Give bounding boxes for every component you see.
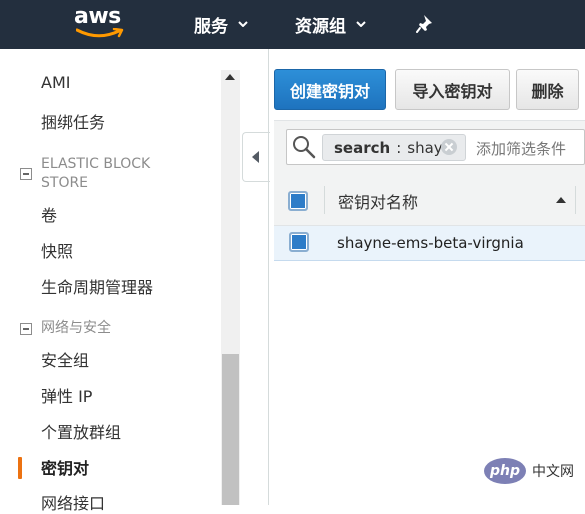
remove-filter-icon[interactable] bbox=[441, 139, 457, 155]
nav-resource-groups[interactable]: 资源组 bbox=[295, 12, 366, 37]
sidebar-item-ami[interactable]: AMI bbox=[41, 73, 70, 92]
collapse-icon[interactable] bbox=[20, 168, 32, 180]
aws-logo-text: aws bbox=[74, 4, 121, 29]
select-all-checkbox[interactable] bbox=[288, 191, 308, 211]
sort-ascending-icon[interactable] bbox=[556, 197, 566, 203]
sidebar-section-ebs-line1: ELASTIC BLOCK bbox=[41, 156, 151, 172]
pin-icon[interactable] bbox=[416, 14, 434, 34]
nav-services-label: 服务 bbox=[194, 16, 228, 37]
sidebar-scrollbar-thumb[interactable] bbox=[222, 354, 239, 505]
sidebar-item-key-pairs[interactable]: 密钥对 bbox=[41, 455, 89, 479]
php-logo: php bbox=[484, 458, 526, 484]
main-divider bbox=[268, 49, 269, 505]
filter-token-key: search bbox=[334, 138, 391, 157]
table-header bbox=[274, 176, 585, 226]
watermark-text: 中文网 bbox=[532, 464, 574, 480]
nav-resource-groups-label: 资源组 bbox=[295, 16, 346, 37]
delete-button[interactable]: 删除 bbox=[516, 69, 579, 110]
scroll-up-icon[interactable] bbox=[225, 74, 235, 80]
sidebar-section-network-security: 网络与安全 bbox=[41, 320, 111, 336]
filter-token-sep: : bbox=[396, 138, 402, 157]
filter-token-value: shay bbox=[407, 138, 443, 157]
sidebar-item-elastic-ip[interactable]: 弹性 IP bbox=[41, 383, 92, 407]
aws-smile-icon bbox=[76, 28, 124, 38]
sidebar-collapse-handle[interactable] bbox=[242, 132, 270, 182]
aws-logo[interactable]: aws bbox=[74, 4, 130, 44]
nav-services[interactable]: 服务 bbox=[194, 12, 248, 37]
search-icon bbox=[293, 136, 316, 159]
chevron-down-icon bbox=[356, 21, 366, 27]
row-checkbox[interactable] bbox=[289, 232, 309, 252]
watermark: php 中文网 bbox=[484, 457, 574, 485]
import-key-pair-button[interactable]: 导入密钥对 bbox=[395, 69, 510, 110]
filter-placeholder[interactable]: 添加筛选条件 bbox=[476, 138, 566, 159]
sidebar-section-ebs-line2: STORE bbox=[41, 175, 89, 191]
collapse-icon[interactable] bbox=[20, 323, 32, 335]
top-nav-bar: aws 服务 资源组 bbox=[0, 0, 585, 49]
column-header-key-pair-name[interactable]: 密钥对名称 bbox=[338, 189, 418, 213]
sidebar-item-snapshots[interactable]: 快照 bbox=[41, 238, 73, 262]
sidebar-item-placement-groups[interactable]: 个置放群组 bbox=[41, 419, 121, 443]
create-key-pair-button[interactable]: 创建密钥对 bbox=[274, 69, 386, 110]
sidebar-item-security-groups[interactable]: 安全组 bbox=[41, 347, 89, 371]
sidebar-item-bundle-tasks[interactable]: 捆绑任务 bbox=[41, 109, 105, 133]
sidebar-item-network-interfaces[interactable]: 网络接口 bbox=[41, 490, 105, 514]
column-divider[interactable] bbox=[575, 186, 576, 214]
column-divider bbox=[324, 186, 325, 214]
sidebar-item-lifecycle-manager[interactable]: 生命周期管理器 bbox=[41, 274, 153, 298]
sidebar-section-ebs: ELASTIC BLOCK STORE bbox=[41, 155, 150, 193]
chevron-down-icon bbox=[238, 21, 248, 27]
key-pair-name-cell: shayne-ems-beta-virgnia bbox=[337, 234, 524, 252]
active-indicator bbox=[18, 457, 22, 479]
sidebar-item-volumes[interactable]: 卷 bbox=[41, 202, 57, 226]
chevron-left-icon bbox=[252, 151, 259, 163]
